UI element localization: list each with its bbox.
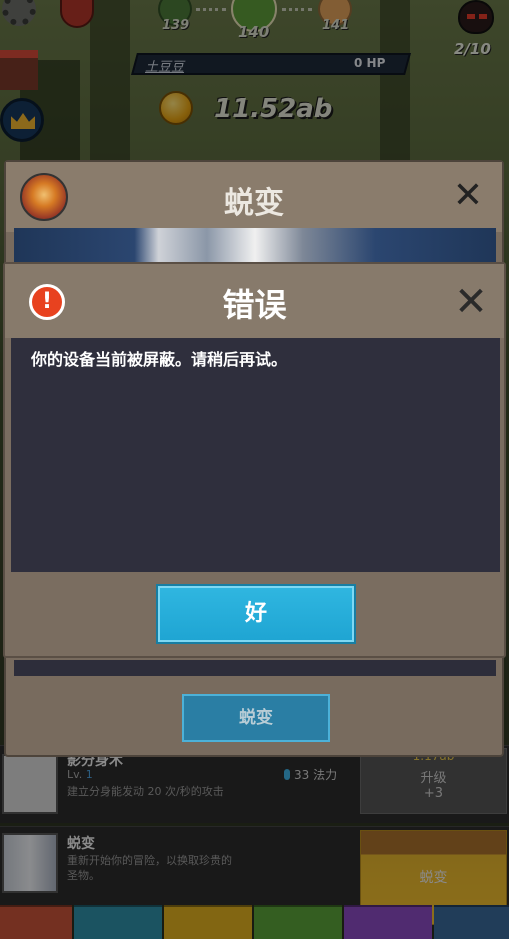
evolve-dialog-strip <box>14 660 496 676</box>
error-dialog-title: 错误 <box>222 286 287 324</box>
evolve-confirm-button[interactable]: 蜕变 <box>182 694 330 742</box>
ok-button[interactable]: 好 <box>156 584 356 644</box>
error-dialog: ! 错误 ✕ 你的设备当前被屏蔽。请稍后再试。 好 <box>3 262 506 658</box>
close-icon[interactable]: ✕ <box>449 280 493 324</box>
evolve-dialog-title: 蜕变 <box>224 186 284 221</box>
close-icon[interactable]: ✕ <box>448 176 488 216</box>
error-message: 你的设备当前被屏蔽。请稍后再试。 <box>31 350 288 369</box>
error-dialog-body: 你的设备当前被屏蔽。请稍后再试。 <box>11 338 500 572</box>
